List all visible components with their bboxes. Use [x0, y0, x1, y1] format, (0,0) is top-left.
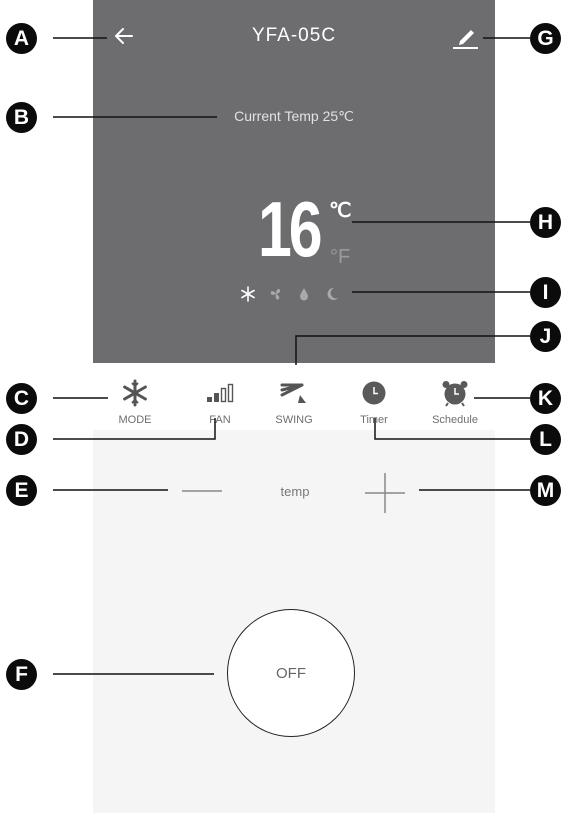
- timer-button[interactable]: Timer: [339, 376, 409, 426]
- schedule-button[interactable]: Schedule: [420, 376, 490, 426]
- mode-indicators: [240, 284, 340, 304]
- moon-icon: [324, 286, 340, 302]
- device-title: YFA-05C: [251, 25, 337, 46]
- set-temperature: 16: [258, 185, 323, 273]
- callout-a: A: [6, 23, 37, 54]
- callout-e: E: [6, 475, 37, 506]
- callout-m: M: [530, 475, 561, 506]
- display-panel: [93, 0, 495, 363]
- timer-label: Timer: [360, 414, 388, 426]
- unit-celsius[interactable]: ℃: [329, 198, 351, 223]
- mode-button[interactable]: MODE: [100, 376, 170, 426]
- temp-label: temp: [280, 484, 310, 499]
- temp-decrease-button[interactable]: [181, 480, 223, 502]
- back-button[interactable]: [108, 22, 140, 50]
- drop-icon: [296, 286, 312, 302]
- callout-j: J: [530, 321, 561, 352]
- arrow-left-icon: [115, 28, 133, 44]
- power-button[interactable]: OFF: [227, 609, 355, 737]
- callout-l: L: [530, 424, 561, 455]
- callout-c: C: [6, 383, 37, 414]
- mode-label: MODE: [118, 414, 152, 426]
- edit-button[interactable]: [446, 20, 482, 52]
- swing-icon: [259, 376, 329, 410]
- alarm-clock-icon: [420, 376, 490, 410]
- plus-icon: [365, 473, 405, 513]
- fan-button[interactable]: FAN: [185, 376, 255, 426]
- callout-g: G: [530, 23, 561, 54]
- snowflake-icon: [240, 286, 256, 302]
- clock-icon: [339, 376, 409, 410]
- unit-fahrenheit[interactable]: °F: [330, 246, 350, 269]
- current-temp-text: Current Temp 25℃: [234, 108, 354, 124]
- callout-i: I: [530, 277, 561, 308]
- swing-button[interactable]: SWING: [259, 376, 329, 426]
- callout-d: D: [6, 424, 37, 455]
- schedule-label: Schedule: [432, 414, 478, 426]
- callout-b: B: [6, 102, 37, 133]
- callout-f: F: [6, 659, 37, 690]
- minus-icon: [182, 490, 222, 492]
- swing-label: SWING: [275, 414, 313, 426]
- callout-h: H: [530, 207, 561, 238]
- pencil-icon: [453, 30, 478, 49]
- power-label: OFF: [276, 664, 306, 682]
- fan-label: FAN: [209, 414, 231, 426]
- fan-icon: [268, 286, 284, 302]
- snowflake-icon: [100, 376, 170, 410]
- signal-bars-icon: [185, 376, 255, 410]
- temp-increase-button[interactable]: [364, 472, 406, 514]
- callout-k: K: [530, 383, 561, 414]
